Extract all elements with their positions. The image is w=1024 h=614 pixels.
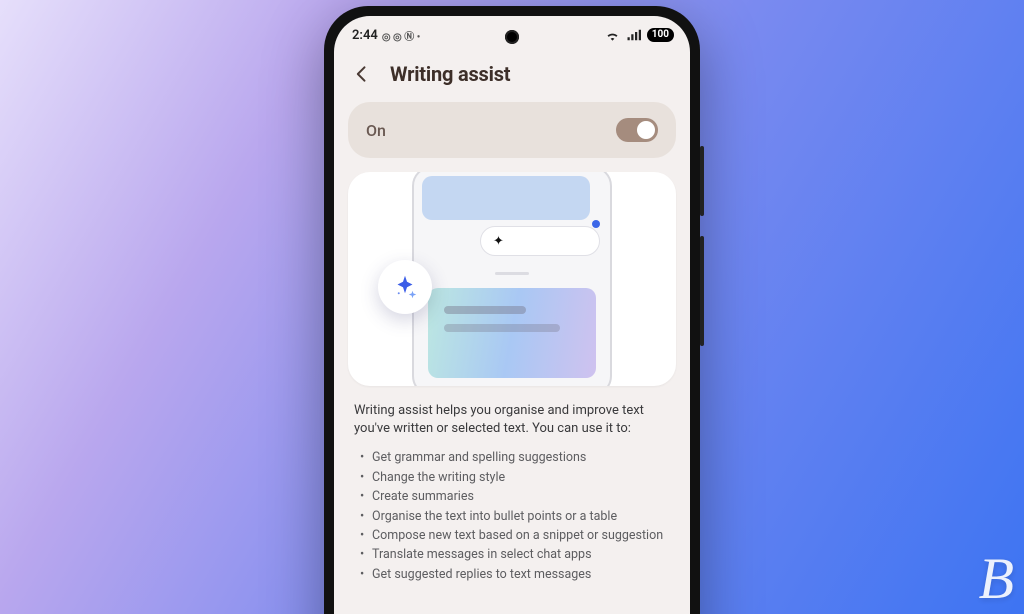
page-title: Writing assist [390, 62, 510, 86]
illustration-fab [378, 260, 432, 314]
feature-illustration: ✦ [348, 172, 676, 386]
list-item: Organise the text into bullet points or … [372, 507, 670, 526]
list-item: Get grammar and spelling suggestions [372, 448, 670, 467]
illustration-gradient-panel [428, 288, 596, 378]
page-header: Writing assist [334, 54, 690, 102]
list-item: Get suggested replies to text messages [372, 565, 670, 584]
illustration-bubble-incoming [422, 176, 590, 220]
list-item: Compose new text based on a snippet or s… [372, 526, 670, 545]
content-scroll[interactable]: On ✦ [334, 102, 690, 614]
toggle-knob [637, 121, 655, 139]
status-notification-icons: ◎ ◎ Ⓝ • [382, 28, 420, 43]
chevron-left-icon [352, 64, 372, 84]
list-item: Translate messages in select chat apps [372, 545, 670, 564]
illustration-divider [495, 272, 529, 275]
master-toggle-row[interactable]: On [348, 102, 676, 158]
toggle-label: On [366, 121, 386, 140]
phone-screen: 2:44 ◎ ◎ Ⓝ • 100 Writing [334, 16, 690, 614]
list-item: Change the writing style [372, 468, 670, 487]
illustration-mini-phone: ✦ [412, 172, 612, 386]
sparkle-small-icon: ✦ [493, 234, 504, 249]
wifi-icon [605, 29, 620, 41]
toggle-switch[interactable] [616, 118, 658, 142]
power-button [700, 236, 704, 346]
signal-icon [626, 29, 641, 41]
status-clock: 2:44 [352, 28, 378, 43]
wallpaper-stage: 2:44 ◎ ◎ Ⓝ • 100 Writing [0, 0, 1024, 614]
description-intro: Writing assist helps you organise and im… [354, 402, 670, 438]
illustration-bubble-tail [592, 220, 600, 228]
battery-indicator: 100 [647, 28, 674, 42]
watermark-logo: B [979, 550, 1014, 608]
back-button[interactable] [348, 60, 376, 88]
description-block: Writing assist helps you organise and im… [348, 402, 676, 584]
phone-frame: 2:44 ◎ ◎ Ⓝ • 100 Writing [324, 6, 700, 614]
description-bullets: Get grammar and spelling suggestions Cha… [354, 448, 670, 584]
illustration-bubble-outgoing: ✦ [480, 226, 600, 256]
volume-button [700, 146, 704, 216]
front-camera [505, 30, 519, 44]
list-item: Create summaries [372, 487, 670, 506]
sparkle-icon [390, 272, 420, 302]
